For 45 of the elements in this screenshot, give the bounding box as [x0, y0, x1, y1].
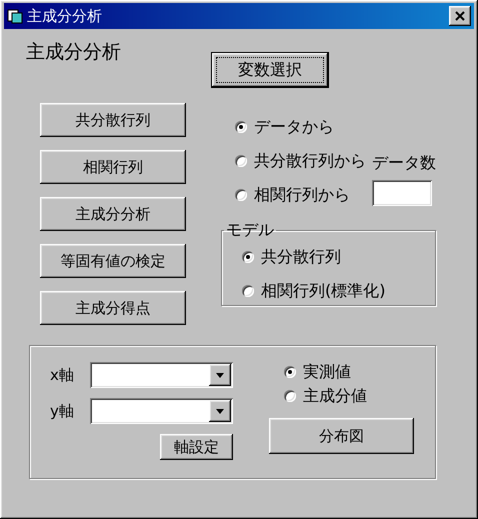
radio-label: 相関行列から — [254, 184, 350, 206]
radio-button[interactable] — [284, 366, 296, 378]
radio-button[interactable] — [235, 189, 247, 201]
radio-button[interactable] — [242, 251, 254, 263]
window-icon — [7, 8, 23, 24]
radio-option[interactable]: 相関行列(標準化) — [242, 281, 435, 301]
radio-label: 共分散行列から — [254, 150, 366, 172]
close-icon — [455, 11, 465, 21]
select-variables-button[interactable]: 変数選択 — [211, 52, 329, 88]
close-button[interactable] — [449, 6, 471, 26]
window-title: 主成分分析 — [27, 6, 103, 26]
distribution-plot-button[interactable]: 分布図 — [269, 418, 414, 454]
dialog-heading: 主成分分析 — [26, 40, 121, 65]
action-button[interactable]: 相関行列 — [40, 150, 186, 184]
radio-label: データから — [254, 116, 334, 138]
radio-label: 実測値 — [303, 362, 351, 382]
dropdown-button[interactable] — [209, 400, 231, 422]
action-button[interactable]: 主成分分析 — [40, 197, 186, 231]
radio-option[interactable]: 実測値 — [284, 362, 414, 382]
axis-settings-button[interactable]: 軸設定 — [160, 434, 233, 460]
action-button[interactable]: 共分散行列 — [40, 103, 186, 137]
axis-label: x軸 — [50, 366, 75, 384]
radio-option[interactable]: 共分散行列から — [235, 151, 366, 171]
radio-button[interactable] — [235, 155, 247, 167]
radio-label: 相関行列(標準化) — [261, 280, 386, 302]
dropdown-button[interactable] — [209, 364, 231, 386]
action-button[interactable]: 等固有値の検定 — [40, 244, 186, 278]
radio-label: 共分散行列 — [261, 246, 341, 268]
axis-label: y軸 — [50, 402, 75, 420]
axis-dropdown[interactable] — [90, 398, 233, 424]
radio-option[interactable]: 主成分値 — [284, 386, 414, 406]
axis-dropdown[interactable] — [90, 362, 233, 388]
radio-option[interactable]: データから — [235, 117, 366, 137]
dropdown-arrow-icon — [216, 408, 224, 414]
radio-button[interactable] — [242, 285, 254, 297]
radio-button[interactable] — [284, 390, 296, 402]
radio-option[interactable]: 相関行列から — [235, 185, 366, 205]
radio-label: 主成分値 — [303, 386, 367, 406]
dropdown-arrow-icon — [216, 372, 224, 378]
radio-option[interactable]: 共分散行列 — [242, 247, 435, 267]
action-button[interactable]: 主成分得点 — [40, 291, 186, 325]
radio-button[interactable] — [235, 121, 247, 133]
data-count-field[interactable] — [372, 180, 432, 206]
group-title: モデル — [225, 220, 275, 241]
data-count-label: データ数 — [372, 153, 436, 174]
